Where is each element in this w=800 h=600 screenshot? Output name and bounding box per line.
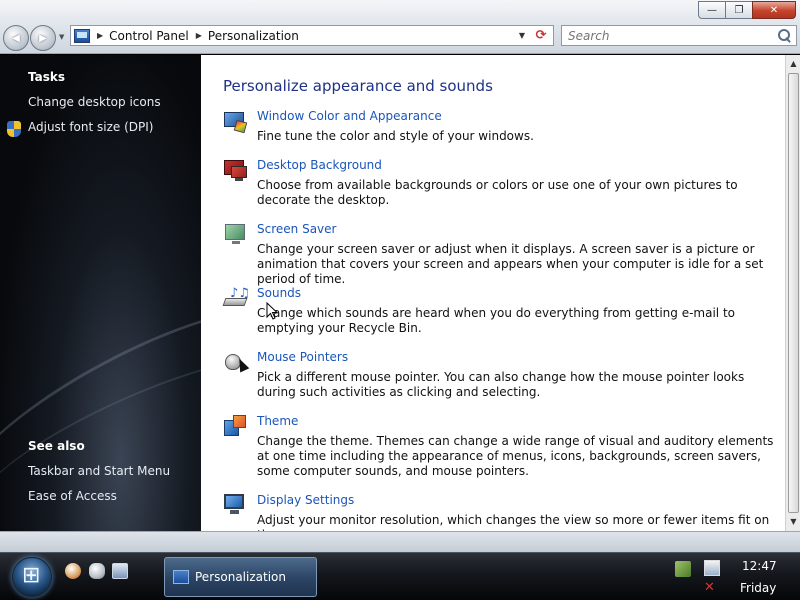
item-description: Fine tune the color and style of your wi… — [257, 129, 534, 143]
search-box[interactable] — [561, 25, 797, 46]
taskbar-start-menu-link[interactable]: Taskbar and Start Menu — [28, 464, 170, 478]
taskbar: Personalization ✕ — [0, 552, 800, 600]
search-icon[interactable] — [776, 28, 792, 44]
display-settings-link[interactable]: Display Settings — [257, 493, 354, 507]
display-settings-icon — [223, 493, 249, 519]
back-button[interactable]: ◀ — [3, 25, 29, 51]
sounds-link[interactable]: Sounds — [257, 286, 301, 300]
scroll-thumb[interactable] — [788, 73, 799, 513]
breadcrumb-separator[interactable]: ▶ — [196, 31, 202, 40]
theme-link[interactable]: Theme — [257, 414, 298, 428]
recent-pages-dropdown[interactable]: ▼ — [59, 33, 67, 41]
browser-quicklaunch-icon[interactable] — [65, 563, 81, 579]
window-color-icon — [223, 109, 249, 135]
mouse-cursor-icon — [266, 302, 278, 320]
network-tray-icon[interactable] — [675, 561, 691, 577]
screen-saver-link[interactable]: Screen Saver — [257, 222, 336, 236]
change-desktop-icons-link[interactable]: Change desktop icons — [28, 95, 161, 109]
switch-windows-quicklaunch-icon[interactable] — [112, 563, 128, 579]
search-input[interactable] — [562, 26, 776, 45]
taskbar-button-personalization[interactable]: Personalization — [164, 557, 317, 597]
address-bar[interactable]: ▶ Control Panel ▶ Personalization ▼ ⟳ — [70, 25, 554, 46]
tasks-heading: Tasks — [28, 70, 66, 84]
see-also-heading: See also — [28, 439, 85, 453]
breadcrumb-personalization[interactable]: Personalization — [208, 29, 299, 43]
mouse-pointers-icon — [223, 350, 250, 376]
forward-arrow-icon: ▶ — [39, 32, 47, 44]
caption-buttons: — ❐ ✕ — [698, 1, 796, 20]
page-title: Personalize appearance and sounds — [223, 77, 493, 95]
maximize-button[interactable]: ❐ — [725, 1, 753, 19]
taskbar-button-label: Personalization — [195, 570, 286, 584]
scroll-down-button[interactable]: ▼ — [787, 514, 800, 529]
minimize-button[interactable]: — — [698, 1, 726, 19]
item-description: Change which sounds are heard when you d… — [257, 306, 735, 335]
mouse-pointers-link[interactable]: Mouse Pointers — [257, 350, 348, 364]
desktop-background-link[interactable]: Desktop Background — [257, 158, 382, 172]
item-description: Pick a different mouse pointer. You can … — [257, 370, 745, 399]
display-tray-icon[interactable] — [704, 560, 720, 576]
media-quicklaunch-icon[interactable] — [89, 563, 105, 579]
personalization-window-icon — [173, 570, 189, 584]
item-description: Change your screen saver or adjust when … — [257, 242, 764, 286]
forward-button[interactable]: ▶ — [30, 25, 56, 51]
task-pane: Tasks Change desktop icons Adjust font s… — [0, 55, 201, 531]
vertical-scrollbar[interactable]: ▲ ▼ — [785, 55, 800, 531]
adjust-font-size-link[interactable]: Adjust font size (DPI) — [28, 120, 153, 134]
address-dropdown-icon[interactable]: ▼ — [519, 31, 525, 40]
back-arrow-icon: ◀ — [12, 32, 20, 44]
desktop-background-icon — [223, 158, 249, 184]
window-color-appearance-link[interactable]: Window Color and Appearance — [257, 109, 442, 123]
clock-time[interactable]: 12:47 — [742, 559, 777, 573]
item-description: Change the theme. Themes can change a wi… — [257, 434, 774, 478]
volume-muted-tray-icon[interactable]: ✕ — [704, 580, 720, 596]
theme-icon — [223, 414, 249, 440]
clock-day[interactable]: Friday — [740, 581, 776, 595]
window-titlebar: — ❐ ✕ ◀ ▶ ▼ ▶ Control Panel ▶ Personaliz… — [0, 0, 800, 54]
breadcrumb-control-panel[interactable]: Control Panel — [109, 29, 189, 43]
main-content: Personalize appearance and sounds Window… — [201, 55, 785, 542]
refresh-icon[interactable]: ⟳ — [533, 28, 549, 44]
breadcrumb-separator[interactable]: ▶ — [97, 31, 103, 40]
window-bottom-frame — [0, 531, 800, 552]
close-button[interactable]: ✕ — [752, 1, 796, 19]
uac-shield-icon — [7, 121, 21, 137]
sounds-icon: ♪♫ — [222, 286, 250, 312]
control-panel-icon — [74, 28, 90, 43]
scroll-up-button[interactable]: ▲ — [787, 56, 800, 71]
screen-saver-icon — [223, 222, 249, 248]
item-description: Choose from available backgrounds or col… — [257, 178, 738, 207]
ease-of-access-link[interactable]: Ease of Access — [28, 489, 117, 503]
start-button[interactable] — [12, 557, 52, 597]
